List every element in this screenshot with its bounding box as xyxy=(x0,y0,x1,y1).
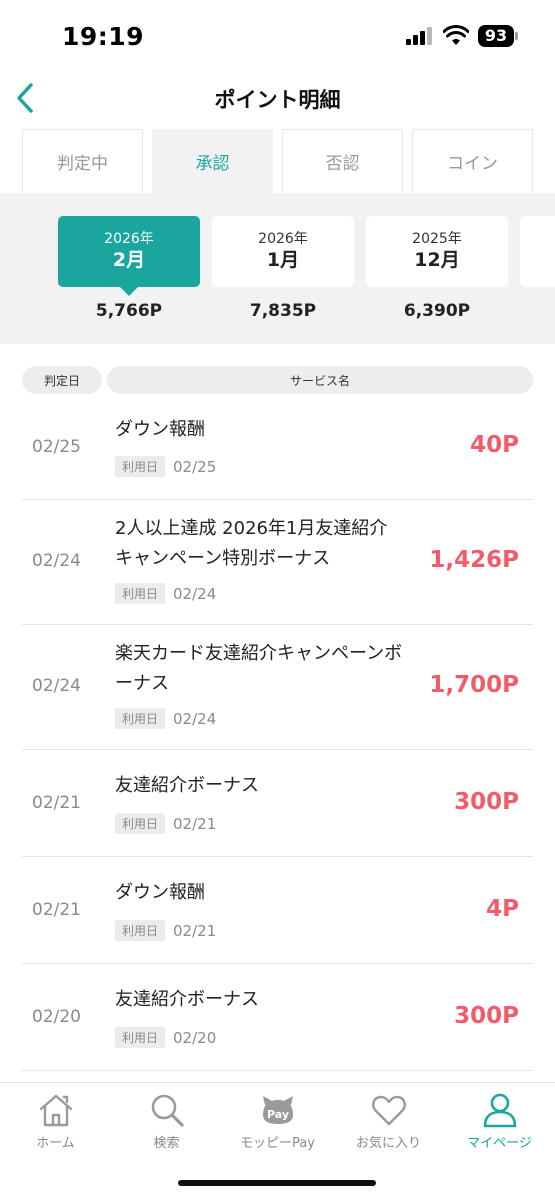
row-service-line: 友達紹介ボーナス xyxy=(115,775,259,796)
month-year: 2025年 xyxy=(412,231,462,247)
use-date-badge: 利用日 xyxy=(115,456,166,477)
tab-label: 検索 xyxy=(153,1136,180,1151)
row-points: 4P xyxy=(486,896,519,922)
tab-label: マイページ xyxy=(467,1136,532,1151)
point-row[interactable]: 02/20 友達紹介ボーナス 利用日 02/20 300P xyxy=(22,964,533,1071)
tab-search[interactable]: 検索 xyxy=(111,1091,222,1155)
row-points: 300P xyxy=(454,1003,519,1029)
row-judged-date: 02/21 xyxy=(32,900,81,920)
row-use: 利用日 02/24 xyxy=(115,583,216,604)
month-total: 5,766P xyxy=(95,301,163,321)
moppy-pay-icon-text: Pay xyxy=(266,1108,288,1121)
heart-icon xyxy=(371,1095,406,1126)
tab-label: ホーム xyxy=(36,1136,75,1151)
row-service-line: ダウン報酬 xyxy=(115,419,205,440)
use-date: 02/21 xyxy=(173,814,217,833)
point-row[interactable]: 02/24 2人以上達成 2026年1月友達紹介 キャンペーン特別ボーナス 利用… xyxy=(22,500,533,625)
month-total: 7,835P xyxy=(249,301,317,321)
column-header-service: サービス名 xyxy=(107,366,533,394)
tab-favorites[interactable]: お気に入り xyxy=(333,1091,444,1155)
tab-moppy-pay[interactable]: Pay モッピーPay xyxy=(222,1091,333,1155)
tab-home[interactable]: ホーム xyxy=(0,1091,111,1155)
nav-bar: ポイント明細 xyxy=(0,72,555,128)
person-icon xyxy=(483,1093,516,1128)
row-service-line: 2人以上達成 2026年1月友達紹介 xyxy=(115,518,388,539)
status-bar: 19:19 93 xyxy=(0,0,555,72)
row-service-line: 楽天カード友達紹介キャンペーンボ xyxy=(115,643,403,664)
row-service-line: キャンペーン特別ボーナス xyxy=(115,548,331,569)
moppy-pay-icon: Pay xyxy=(262,1096,293,1124)
point-row[interactable]: 02/25 ダウン報酬 利用日 02/25 40P xyxy=(22,394,533,500)
use-date-badge: 利用日 xyxy=(115,1027,166,1048)
row-points: 300P xyxy=(454,789,519,815)
use-date: 02/21 xyxy=(173,921,217,940)
use-date: 02/24 xyxy=(173,584,217,603)
row-service-name: 2人以上達成 2026年1月友達紹介 キャンペーン特別ボーナス xyxy=(115,514,435,574)
month-card-2025-12[interactable]: 2025年 12月 xyxy=(366,216,508,287)
tab-mypage[interactable]: マイページ xyxy=(444,1091,555,1155)
row-judged-date: 02/21 xyxy=(32,793,81,813)
point-row[interactable]: 02/21 ダウン報酬 利用日 02/21 4P xyxy=(22,857,533,964)
row-judged-date: 02/24 xyxy=(32,676,81,696)
point-row[interactable]: 02/24 楽天カード友達紹介キャンペーンボ ーナス 利用日 02/24 1,7… xyxy=(22,625,533,750)
month-card-partial[interactable] xyxy=(520,216,555,287)
home-icon xyxy=(39,1094,72,1127)
tab-label: モッピーPay xyxy=(240,1136,315,1151)
use-date: 02/20 xyxy=(173,1028,217,1047)
status-time: 19:19 xyxy=(62,22,145,51)
month-month: 1月 xyxy=(266,249,300,271)
use-date: 02/24 xyxy=(173,709,217,728)
tab-pending[interactable]: 判定中 xyxy=(22,129,143,193)
row-judged-date: 02/24 xyxy=(32,551,81,571)
month-year: 2026年 xyxy=(258,231,308,247)
use-date-badge: 利用日 xyxy=(115,708,166,729)
use-date: 02/25 xyxy=(173,457,217,476)
row-service-name: 楽天カード友達紹介キャンペーンボ ーナス xyxy=(115,639,435,699)
row-service-line: ーナス xyxy=(115,673,169,694)
battery-icon: 93 xyxy=(478,25,514,47)
tab-rejected[interactable]: 否認 xyxy=(282,129,403,193)
row-points: 1,700P xyxy=(429,672,519,698)
home-indicator xyxy=(178,1180,376,1186)
row-points: 40P xyxy=(470,432,519,458)
use-date-badge: 利用日 xyxy=(115,920,166,941)
month-month: 12月 xyxy=(414,249,460,271)
month-month: 2月 xyxy=(112,249,146,271)
row-judged-date: 02/20 xyxy=(32,1007,81,1027)
row-use: 利用日 02/21 xyxy=(115,813,216,834)
point-row[interactable]: 02/21 友達紹介ボーナス 利用日 02/21 300P xyxy=(22,750,533,857)
tab-approved[interactable]: 承認 xyxy=(152,129,273,193)
wifi-icon xyxy=(443,25,469,45)
row-use: 利用日 02/25 xyxy=(115,456,216,477)
use-date-badge: 利用日 xyxy=(115,583,166,604)
tab-label: お気に入り xyxy=(355,1136,421,1151)
cellular-signal-icon xyxy=(406,27,434,45)
month-year: 2026年 xyxy=(104,231,154,247)
row-use: 利用日 02/24 xyxy=(115,708,216,729)
month-card-2026-01[interactable]: 2026年 1月 xyxy=(212,216,354,287)
row-points: 1,426P xyxy=(429,547,519,573)
month-card-2026-02[interactable]: 2026年 2月 xyxy=(58,216,200,296)
row-service-line: ダウン報酬 xyxy=(115,882,205,903)
column-header-date: 判定日 xyxy=(22,366,102,394)
column-headers: 判定日 サービス名 xyxy=(0,366,555,394)
row-use: 利用日 02/21 xyxy=(115,920,216,941)
row-service-line: 友達紹介ボーナス xyxy=(115,989,259,1010)
month-selector: 2026年 2月 5,766P 2026年 1月 7,835P 2025年 12… xyxy=(0,193,555,344)
row-service-name: 友達紹介ボーナス xyxy=(115,771,435,801)
row-service-name: ダウン報酬 xyxy=(115,415,435,445)
tab-coin[interactable]: コイン xyxy=(412,129,533,193)
row-judged-date: 02/25 xyxy=(32,437,81,457)
row-service-name: ダウン報酬 xyxy=(115,878,435,908)
page-title: ポイント明細 xyxy=(214,88,341,112)
use-date-badge: 利用日 xyxy=(115,813,166,834)
search-icon xyxy=(151,1094,184,1127)
month-total: 6,390P xyxy=(403,301,471,321)
row-service-name: 友達紹介ボーナス xyxy=(115,985,435,1015)
row-use: 利用日 02/20 xyxy=(115,1027,216,1048)
status-tabs: 判定中 承認 否認 コイン xyxy=(22,129,555,193)
battery-tip xyxy=(515,32,518,40)
